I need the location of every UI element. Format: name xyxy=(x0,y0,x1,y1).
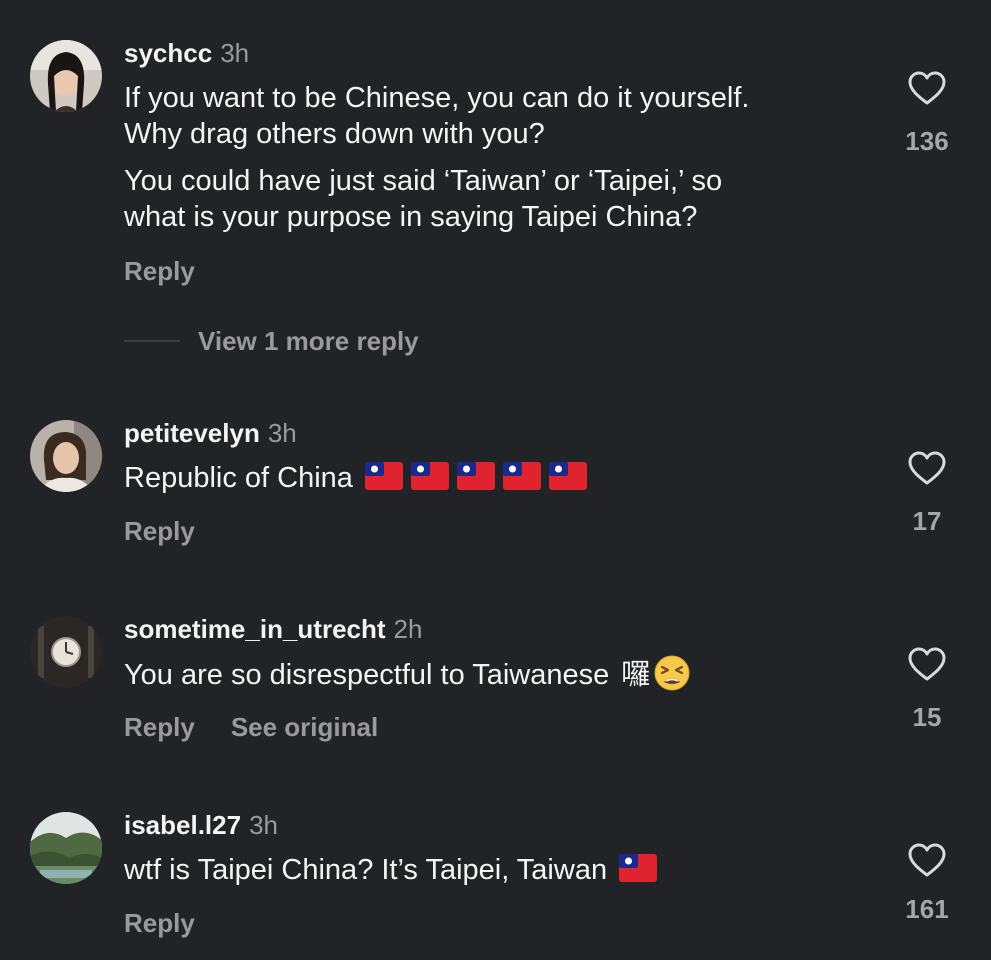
comment-suffix-char: 囉 xyxy=(621,657,651,691)
comment-line: Republic of China xyxy=(124,462,353,494)
taiwan-flag-emoji xyxy=(548,462,587,491)
avatar[interactable] xyxy=(30,420,102,492)
timestamp: 3h xyxy=(267,418,297,448)
comment-line: If you want to be Chinese, you can do it… xyxy=(124,82,750,114)
username[interactable]: isabel.l27 xyxy=(124,810,241,840)
comment-meta: sychcc 3h xyxy=(124,38,249,68)
comment-meta: petitevelyn 3h xyxy=(124,418,297,448)
heart-outline-icon[interactable] xyxy=(907,842,947,878)
comment-text: You are so disrespectful to Taiwanese 囉 xyxy=(124,655,690,694)
comment-actions: Reply xyxy=(124,256,195,286)
comment-line: You are so disrespectful to Taiwanese xyxy=(124,659,610,691)
reply-button[interactable]: Reply xyxy=(124,256,195,286)
username[interactable]: sometime_in_utrecht xyxy=(124,614,386,644)
comment-meta: sometime_in_utrecht 2h xyxy=(124,614,422,644)
like-count: 15 xyxy=(912,702,942,732)
like-count: 161 xyxy=(905,894,949,924)
heart-outline-icon[interactable] xyxy=(907,70,947,106)
comment-text: Republic of China xyxy=(124,460,587,496)
reply-button[interactable]: Reply xyxy=(124,712,195,742)
comment-line: You could have just said ‘Taiwan’ or ‘Ta… xyxy=(124,165,723,197)
timestamp: 3h xyxy=(220,38,250,68)
comment-line: what is your purpose in saying Taipei Ch… xyxy=(124,201,698,233)
taiwan-flag-emoji xyxy=(619,854,658,883)
username[interactable]: petitevelyn xyxy=(124,418,260,448)
reply-button[interactable]: Reply xyxy=(124,908,195,938)
comment-meta: isabel.l27 3h xyxy=(124,810,278,840)
like-control: 136 xyxy=(896,70,958,156)
view-more-replies[interactable]: View 1 more reply xyxy=(124,326,419,356)
comment-line: wtf is Taipei China? It’s Taipei, Taiwan xyxy=(124,854,608,886)
like-count: 17 xyxy=(912,506,942,536)
thread-divider xyxy=(124,340,180,342)
reply-button[interactable]: Reply xyxy=(124,516,195,546)
timestamp: 3h xyxy=(249,810,278,840)
avatar[interactable] xyxy=(30,812,102,884)
heart-outline-icon[interactable] xyxy=(907,450,947,486)
comment-line: Why drag others down with you? xyxy=(124,118,545,150)
username[interactable]: sychcc xyxy=(124,38,212,68)
tired-face-emoji xyxy=(654,655,690,691)
avatar[interactable] xyxy=(30,40,102,112)
comment-text: wtf is Taipei China? It’s Taipei, Taiwan xyxy=(124,852,658,888)
comment-actions: Reply xyxy=(124,516,195,546)
flag-row xyxy=(357,462,587,494)
avatar[interactable] xyxy=(30,616,102,688)
taiwan-flag-emoji xyxy=(410,462,449,491)
like-control: 17 xyxy=(896,450,958,536)
heart-outline-icon[interactable] xyxy=(907,646,947,682)
view-more-label[interactable]: View 1 more reply xyxy=(198,326,419,356)
like-control: 15 xyxy=(896,646,958,732)
taiwan-flag-emoji xyxy=(456,462,495,491)
taiwan-flag-emoji xyxy=(502,462,541,491)
timestamp: 2h xyxy=(393,614,423,644)
see-original-button[interactable]: See original xyxy=(231,712,378,742)
comment-actions: Reply xyxy=(124,908,195,938)
like-control: 161 xyxy=(896,842,958,924)
taiwan-flag-emoji xyxy=(364,462,403,491)
comment-text: If you want to be Chinese, you can do it… xyxy=(124,80,749,235)
comment-actions: Reply See original xyxy=(124,712,378,742)
like-count: 136 xyxy=(905,126,949,156)
